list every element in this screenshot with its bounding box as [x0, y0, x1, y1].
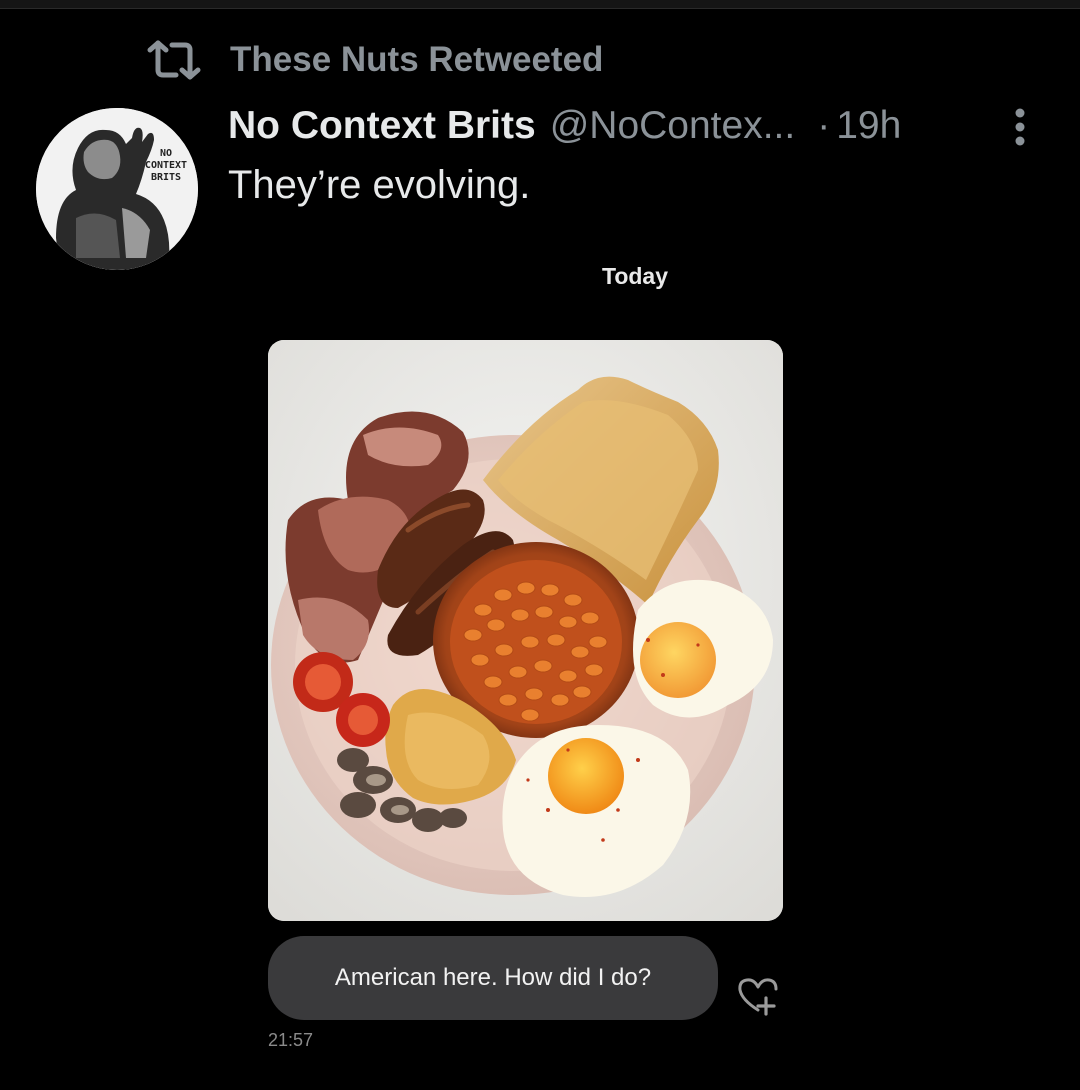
avatar-logo-line-2: CONTEXT [145, 160, 187, 171]
day-separator: Today [601, 263, 669, 289]
heart-plus-icon[interactable] [736, 976, 780, 1016]
more-vertical-icon[interactable] [1010, 108, 1030, 146]
avatar-logo-line-1: NO [160, 148, 172, 159]
breakfast-photo[interactable] [268, 340, 783, 921]
retweet-context[interactable]: These Nuts Retweeted [146, 40, 603, 80]
message-timestamp: 21:57 [268, 1030, 314, 1050]
user-handle[interactable]: @NoContex... [550, 104, 796, 148]
display-name[interactable]: No Context Brits [228, 104, 536, 148]
message-text: American here. How did I do? [334, 964, 652, 991]
tweet-text: They’re evolving. [228, 163, 531, 207]
avatar[interactable]: NO CONTEXT BRITS [36, 108, 198, 270]
retweeted-by-label: These Nuts Retweeted [230, 40, 604, 79]
avatar-logo-line-3: BRITS [151, 172, 181, 183]
retweet-icon [147, 40, 201, 80]
tweet-time[interactable]: 19h [836, 104, 901, 148]
separator-dot: · [817, 104, 831, 147]
tweet-header: No Context Brits @NoContex... · 19h [228, 104, 901, 148]
message-bubble[interactable]: American here. How did I do? [268, 936, 718, 1020]
top-divider [0, 0, 1080, 9]
